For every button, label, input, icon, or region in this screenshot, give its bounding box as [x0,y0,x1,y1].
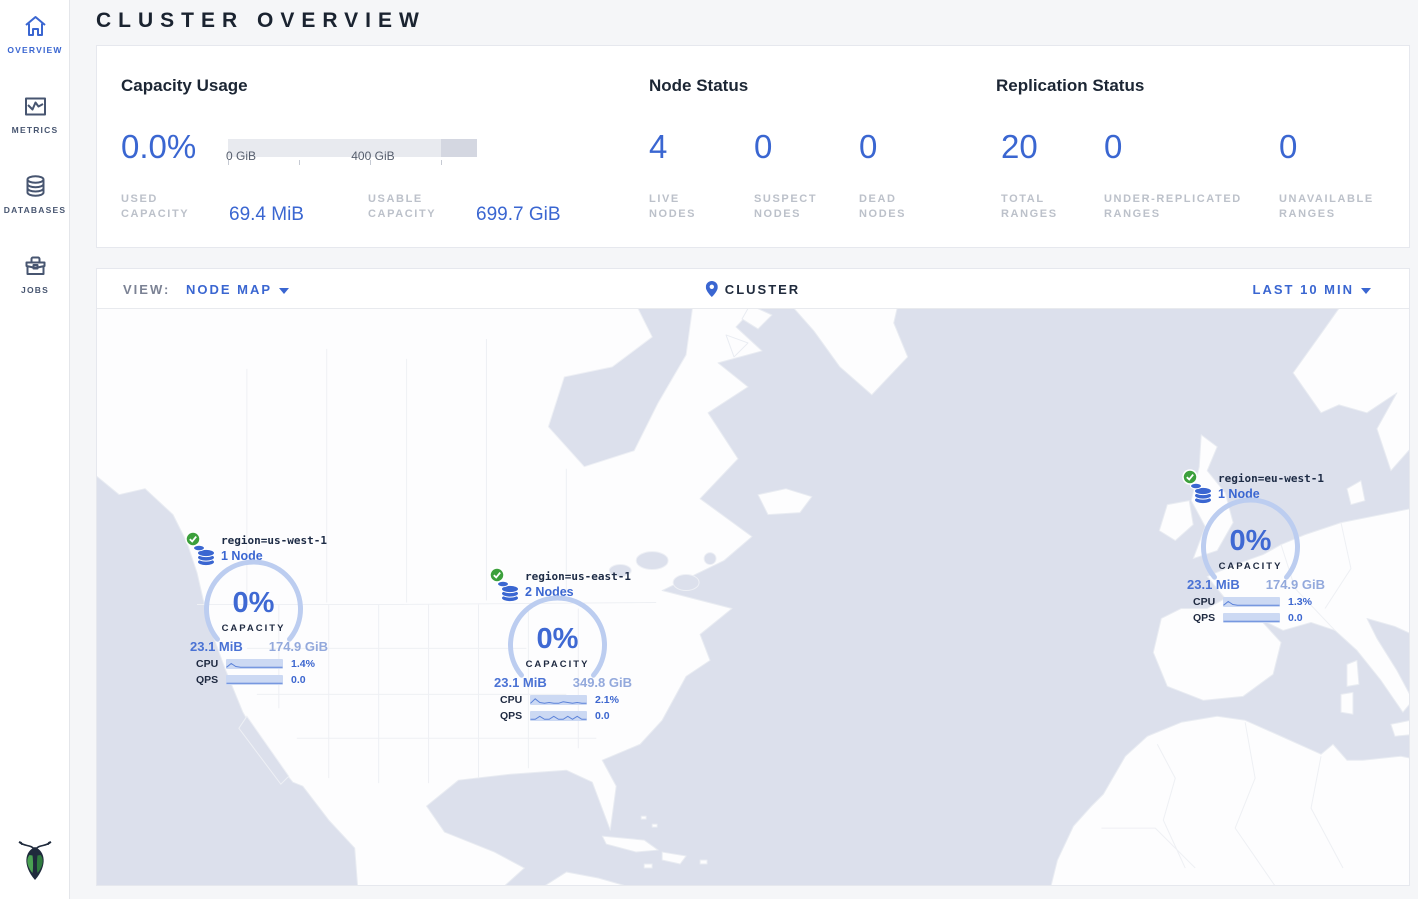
home-icon [22,13,49,40]
view-label: VIEW: [123,282,170,297]
qps-value: 0.0 [291,674,306,686]
map-pin-icon [706,281,718,297]
capacity-label: CAPACITY [185,623,322,634]
capacity-used-percent: 0.0% [121,128,196,166]
cpu-sparkline [226,659,283,669]
cpu-value: 1.4% [291,658,315,670]
live-nodes-value: 4 [649,128,667,166]
map-toolbar: VIEW: NODE MAP CLUSTER LAST 10 MIN [97,269,1409,309]
dead-nodes-label: DEAD NODES [859,192,929,222]
usable-capacity-value: 699.7 GiB [476,204,561,226]
usable-capacity-label: USABLE CAPACITY [368,192,454,222]
node-status-title: Node Status [649,76,748,96]
main-content: CLUSTER OVERVIEW Capacity Usage 0.0% 0 G… [70,0,1418,899]
cpu-value: 1.3% [1288,596,1312,608]
sidebar-item-overview[interactable]: OVERVIEW [0,0,70,80]
capacity-usage-title: Capacity Usage [121,76,248,96]
capacity-percent: 0% [1182,525,1319,558]
capacity-bar: 0 GiB 400 GiB [228,139,477,163]
node-marker-eu-west-1[interactable]: region=eu-west-1 1 Node 0% CAPACITY 23.1… [1182,469,1352,631]
under-replicated-label: UNDER-REPLICATED RANGES [1104,192,1264,222]
sidebar-item-label: JOBS [0,285,70,295]
chevron-down-icon [1361,288,1371,294]
cpu-label: CPU [500,694,530,706]
sidebar: OVERVIEW METRICS DATABASES JOBS [0,0,70,899]
cpu-label: CPU [196,658,226,670]
node-map-panel: VIEW: NODE MAP CLUSTER LAST 10 MIN [96,268,1410,886]
capacity-label: CAPACITY [489,659,626,670]
time-range-selector[interactable]: LAST 10 MIN [1253,282,1371,297]
sidebar-item-label: METRICS [0,125,70,135]
briefcase-icon [22,253,49,280]
dead-nodes-value: 0 [859,128,877,166]
suspect-nodes-value: 0 [754,128,772,166]
usable-value: 174.9 GiB [269,639,328,654]
database-icon [22,173,49,200]
cpu-value: 2.1% [595,694,619,706]
chevron-down-icon [279,288,289,294]
qps-label: QPS [500,710,530,722]
capacity-percent: 0% [489,623,626,656]
replication-status-title: Replication Status [996,76,1144,96]
node-marker-us-east-1[interactable]: region=us-east-1 2 Nodes 0% CAPACITY 23.… [489,567,659,729]
capacity-tick-0: 0 GiB [226,149,256,163]
capacity-tick-400: 400 GiB [351,149,394,163]
metrics-chart-icon [22,93,49,120]
sidebar-item-label: OVERVIEW [0,45,70,55]
cpu-label: CPU [1193,596,1223,608]
cluster-summary-panel: Capacity Usage 0.0% 0 GiB 400 GiB USED C… [96,45,1410,248]
qps-value: 0.0 [1288,612,1303,624]
qps-sparkline [1223,613,1280,623]
unavailable-value: 0 [1279,128,1297,166]
locality-breadcrumb[interactable]: CLUSTER [706,281,800,297]
qps-sparkline [226,675,283,685]
page-title: CLUSTER OVERVIEW [96,9,426,33]
used-value: 23.1 MiB [1187,577,1240,592]
sidebar-item-metrics[interactable]: METRICS [0,80,70,160]
cockroachdb-logo [0,838,70,887]
sidebar-item-databases[interactable]: DATABASES [0,160,70,240]
used-capacity-value: 69.4 MiB [229,204,304,226]
sidebar-item-jobs[interactable]: JOBS [0,240,70,320]
used-value: 23.1 MiB [190,639,243,654]
capacity-percent: 0% [185,587,322,620]
node-marker-us-west-1[interactable]: region=us-west-1 1 Node 0% CAPACITY 23.1… [185,531,355,693]
qps-sparkline [530,711,587,721]
usable-value: 174.9 GiB [1266,577,1325,592]
view-selector[interactable]: NODE MAP [186,282,289,297]
total-ranges-value: 20 [1001,128,1038,166]
total-ranges-label: TOTAL RANGES [1001,192,1071,222]
usable-value: 349.8 GiB [573,675,632,690]
used-value: 23.1 MiB [494,675,547,690]
used-capacity-label: USED CAPACITY [121,192,203,222]
qps-value: 0.0 [595,710,610,722]
capacity-label: CAPACITY [1182,561,1319,572]
live-nodes-label: LIVE NODES [649,192,719,222]
under-replicated-value: 0 [1104,128,1122,166]
sidebar-item-label: DATABASES [0,205,70,215]
suspect-nodes-label: SUSPECT NODES [754,192,824,222]
qps-label: QPS [196,674,226,686]
world-map: region=us-west-1 1 Node 0% CAPACITY 23.1… [97,309,1409,886]
unavailable-label: UNAVAILABLE RANGES [1279,192,1399,222]
qps-label: QPS [1193,612,1223,624]
cpu-sparkline [530,695,587,705]
cpu-sparkline [1223,597,1280,607]
